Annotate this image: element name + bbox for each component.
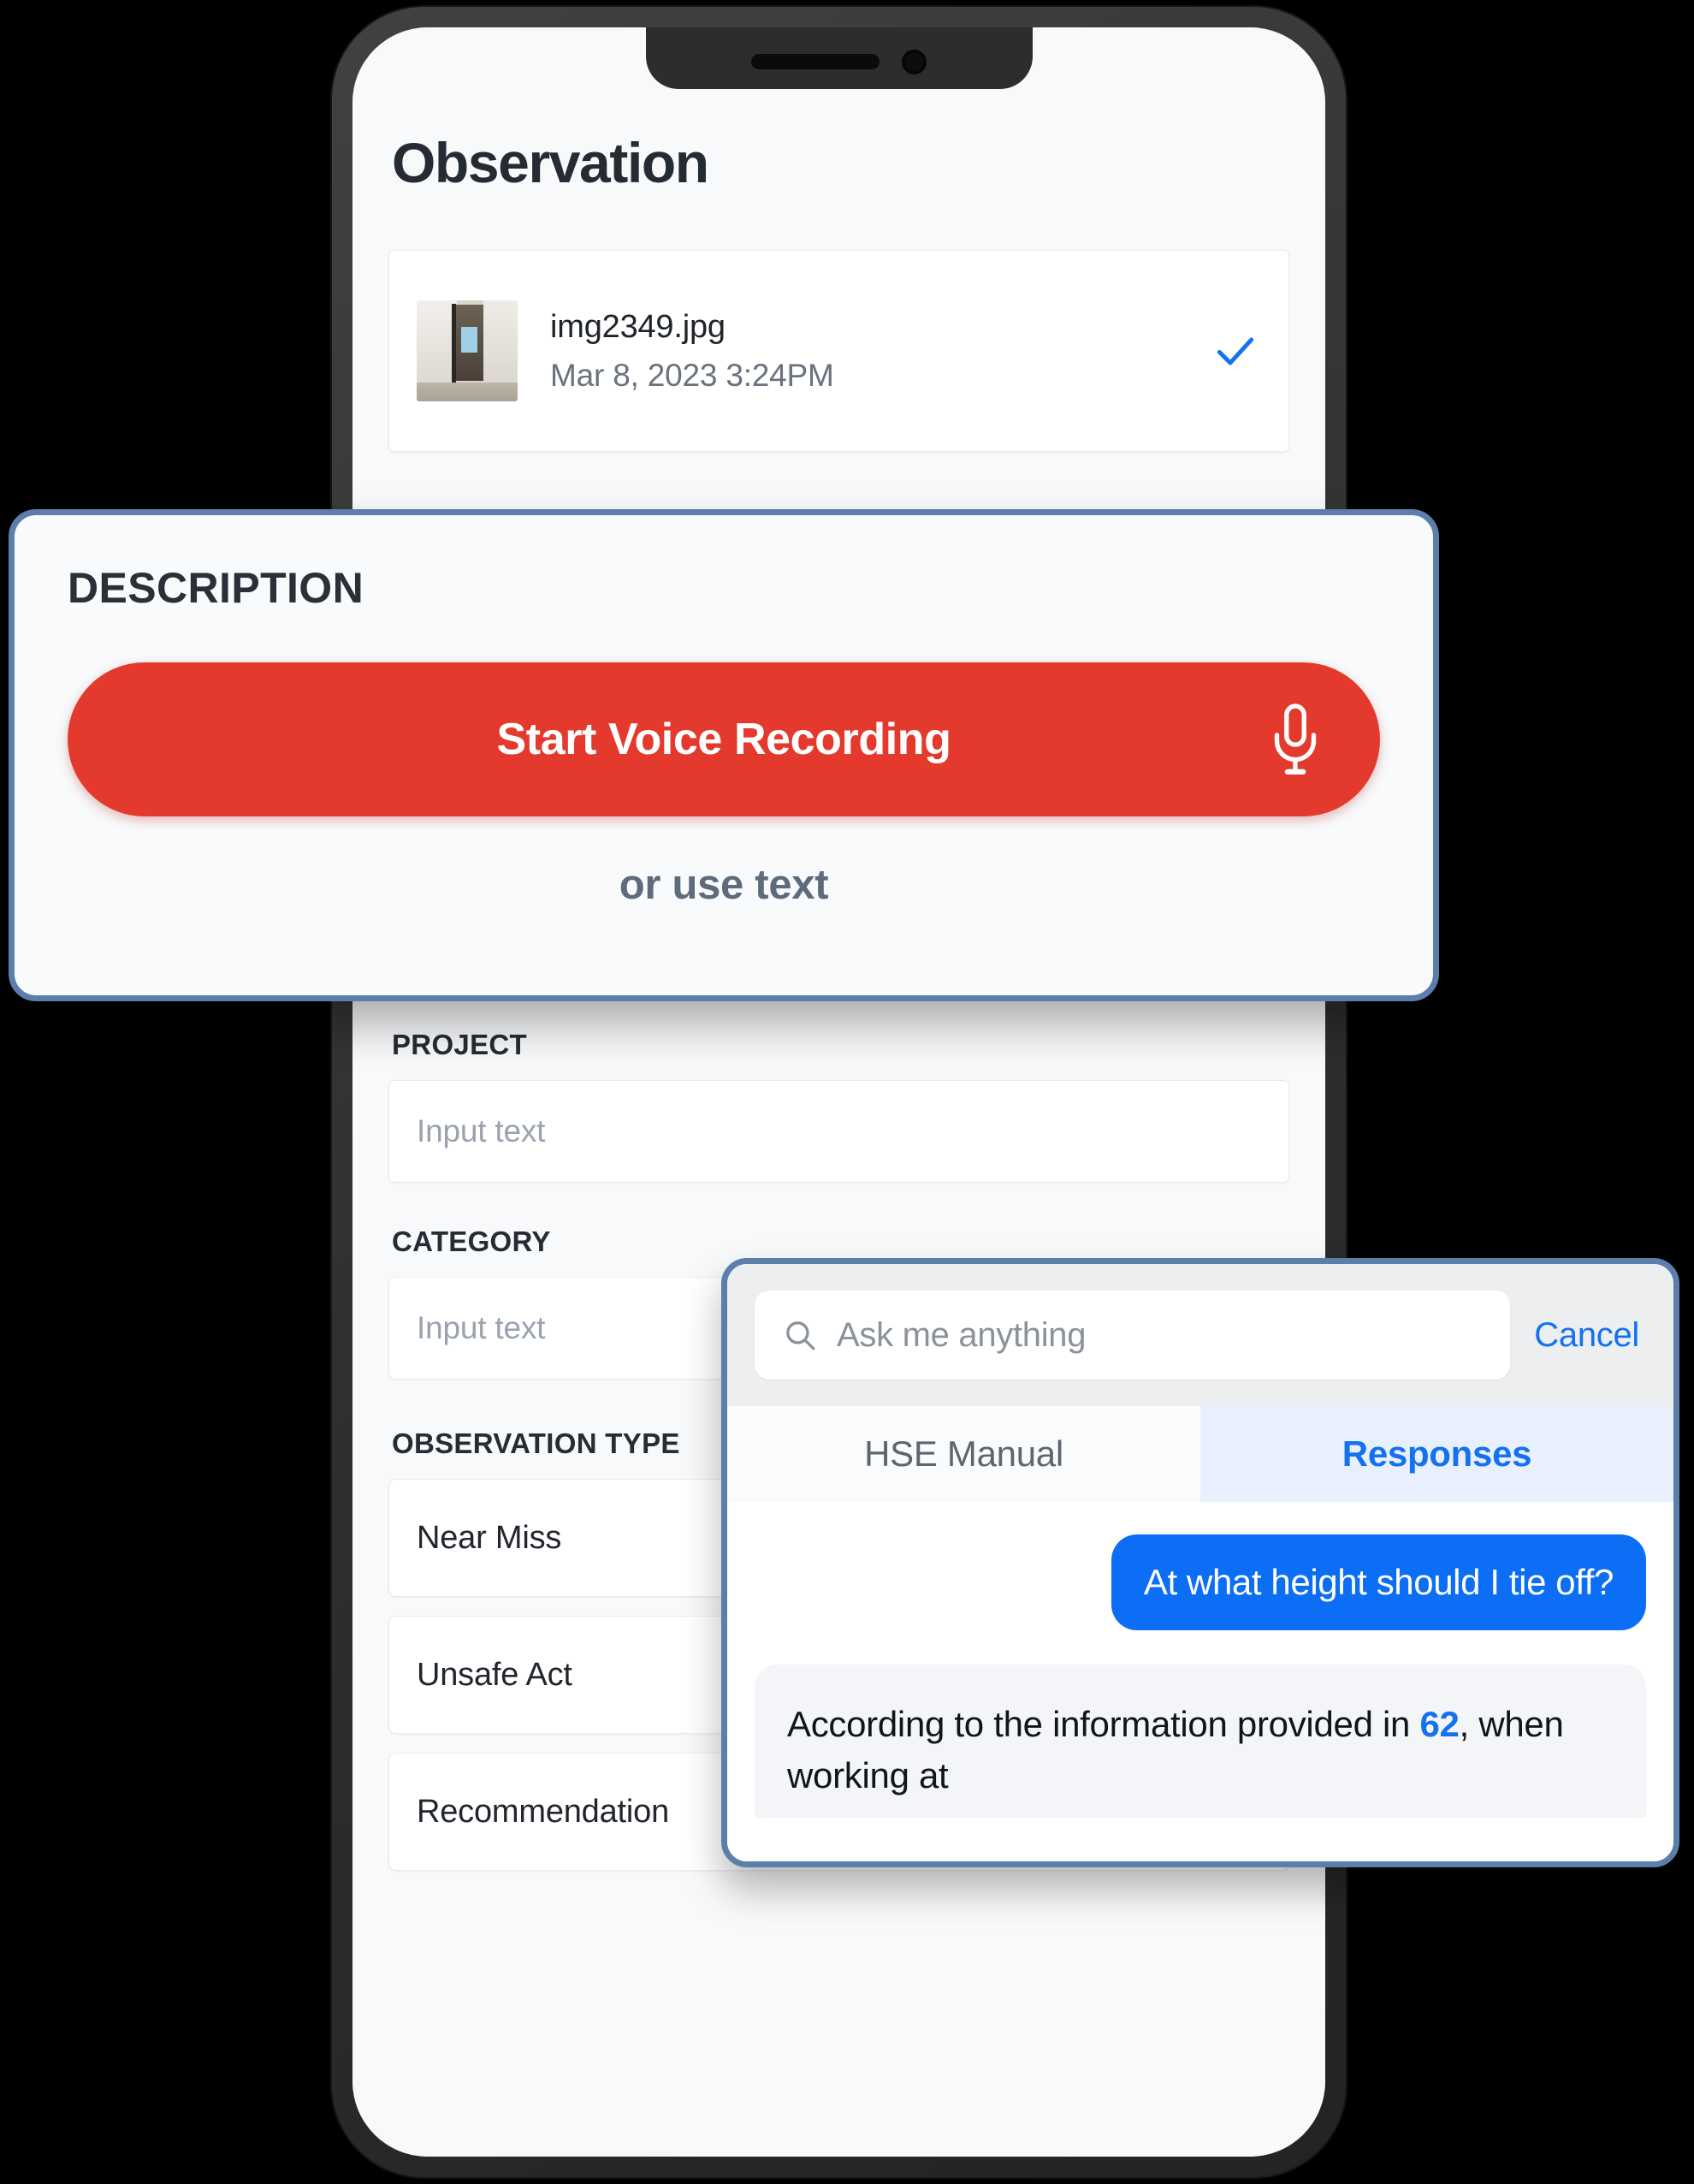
chat-tabs: HSE Manual Responses — [727, 1406, 1673, 1502]
tab-hse-manual[interactable]: HSE Manual — [727, 1406, 1200, 1502]
tab-responses[interactable]: Responses — [1200, 1406, 1673, 1502]
chat-message-list: At what height should I tie off? Accordi… — [727, 1502, 1673, 1861]
assistant-text-prefix: According to the information provided in — [787, 1704, 1420, 1744]
chat-message-user: At what height should I tie off? — [1111, 1534, 1646, 1630]
project-label: PROJECT — [392, 1029, 527, 1060]
attached-photo-card[interactable]: img2349.jpg Mar 8, 2023 3:24PM — [388, 250, 1289, 452]
project-input[interactable]: Input text — [388, 1080, 1289, 1183]
page-title: Observation — [392, 131, 709, 194]
microphone-icon — [1274, 703, 1317, 774]
front-camera-icon — [902, 49, 927, 74]
screenshot-stage: Observation img2349.jpg Mar 8, 2023 3:24… — [0, 0, 1694, 2184]
observation-option-label: Recommendation — [417, 1793, 670, 1830]
assistant-chat-panel: Ask me anything Cancel HSE Manual Respon… — [721, 1258, 1679, 1867]
chat-message-assistant: According to the information provided in… — [755, 1665, 1646, 1819]
chat-search-bar: Ask me anything Cancel — [727, 1264, 1673, 1406]
phone-notch — [645, 27, 1033, 89]
observation-option-label: Unsafe Act — [417, 1656, 572, 1693]
speaker-grille-icon — [751, 54, 880, 69]
photo-metadata: img2349.jpg Mar 8, 2023 3:24PM — [550, 309, 1211, 394]
description-heading: DESCRIPTION — [68, 564, 364, 612]
checkmark-icon — [1217, 337, 1254, 365]
file-timestamp: Mar 8, 2023 3:24PM — [550, 357, 834, 393]
observation-option-label: Near Miss — [417, 1519, 562, 1556]
start-voice-recording-button[interactable]: Start Voice Recording — [68, 662, 1380, 816]
chat-search-input[interactable]: Ask me anything — [755, 1291, 1511, 1380]
photo-thumbnail — [417, 300, 518, 401]
or-use-text-link[interactable]: or use text — [68, 861, 1380, 909]
cancel-button[interactable]: Cancel — [1534, 1316, 1644, 1355]
description-callout-panel: DESCRIPTION Start Voice Recording or use… — [9, 509, 1439, 1001]
category-label: CATEGORY — [392, 1226, 551, 1257]
assistant-reference-link[interactable]: 62 — [1419, 1704, 1459, 1744]
start-voice-recording-label: Start Voice Recording — [496, 715, 951, 764]
search-icon — [786, 1321, 815, 1350]
chat-search-placeholder: Ask me anything — [837, 1315, 1087, 1354]
file-name: img2349.jpg — [550, 308, 726, 345]
